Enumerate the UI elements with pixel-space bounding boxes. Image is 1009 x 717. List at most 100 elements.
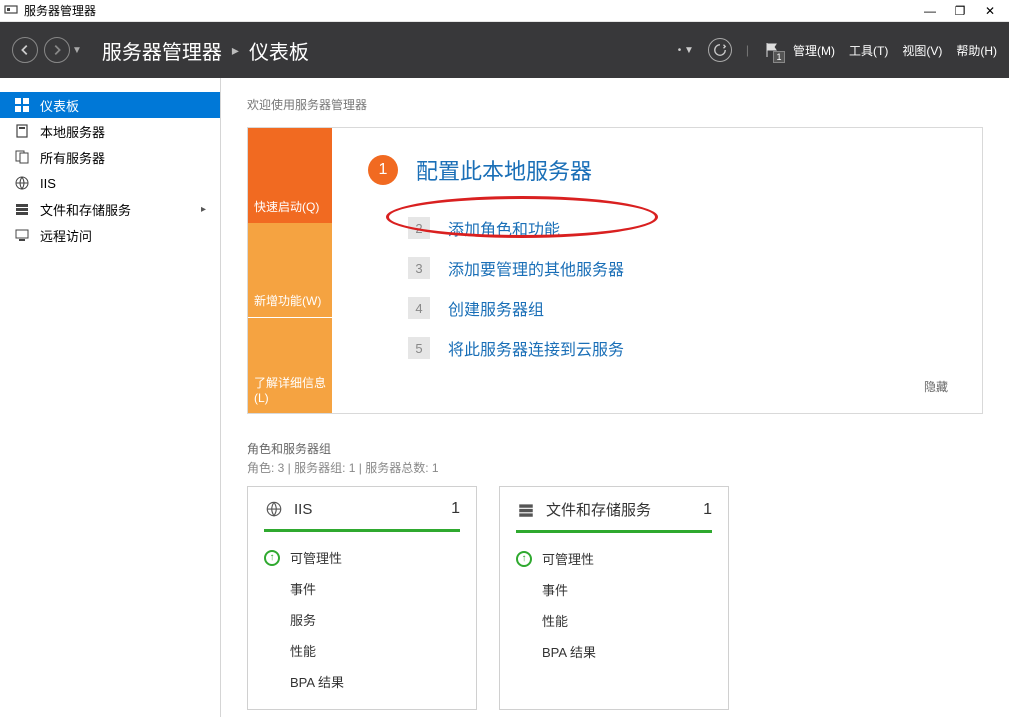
sidebar-item-dashboard[interactable]: 仪表板 <box>0 92 220 118</box>
menu-view[interactable]: 视图(V) <box>902 42 942 59</box>
role-row-manageability[interactable]: ↑ 可管理性 <box>516 543 712 574</box>
main-area: 仪表板 本地服务器 所有服务器 IIS 文件和存储服务 ▸ <box>0 78 1009 717</box>
role-tile-iis[interactable]: IIS 1 ↑ 可管理性 事件 服务 性能 <box>247 486 477 710</box>
window-titlebar: 服务器管理器 — ❐ ✕ <box>0 0 1009 22</box>
breadcrumb-current: 仪表板 <box>249 36 309 65</box>
role-row-events[interactable]: 事件 <box>264 573 460 604</box>
sidebar-item-all-servers[interactable]: 所有服务器 <box>0 144 220 170</box>
role-row-label: BPA 结果 <box>542 642 596 661</box>
file-storage-icon <box>14 201 30 217</box>
window-controls: — ❐ ✕ <box>915 1 1005 21</box>
role-row-performance[interactable]: 性能 <box>516 605 712 636</box>
learnmore-block[interactable]: 了解详细信息(L) <box>248 317 332 413</box>
role-tile-header: IIS 1 <box>264 499 460 532</box>
menu-help[interactable]: 帮助(H) <box>956 42 997 59</box>
remote-access-icon <box>14 227 30 243</box>
role-row-performance[interactable]: 性能 <box>264 635 460 666</box>
role-row-label: 事件 <box>542 580 568 599</box>
role-tile-count: 1 <box>451 500 460 518</box>
nav-back-button[interactable] <box>12 37 38 63</box>
minimize-button[interactable]: — <box>915 1 945 21</box>
step-1-text: 配置此本地服务器 <box>416 154 592 186</box>
quickstart-label: 快速启动(Q) <box>254 198 319 215</box>
role-row-label: 性能 <box>542 611 568 630</box>
step-5-badge: 5 <box>408 337 430 359</box>
step-3-text: 添加要管理的其他服务器 <box>448 256 624 280</box>
step-5-text: 将此服务器连接到云服务 <box>448 336 624 360</box>
sidebar-item-remote-access[interactable]: 远程访问 <box>0 222 220 248</box>
iis-icon <box>14 175 30 191</box>
role-row-label: 服务 <box>290 610 316 629</box>
breadcrumb-root[interactable]: 服务器管理器 <box>102 36 222 65</box>
role-tile-name: IIS <box>294 501 312 518</box>
quickstart-block[interactable]: 快速启动(Q) <box>248 128 332 223</box>
close-button[interactable]: ✕ <box>975 1 1005 21</box>
role-row-events[interactable]: 事件 <box>516 574 712 605</box>
sidebar-item-iis[interactable]: IIS <box>0 170 220 196</box>
sidebar-item-file-storage[interactable]: 文件和存储服务 ▸ <box>0 196 220 222</box>
role-row-label: 可管理性 <box>542 549 594 568</box>
content-area: 欢迎使用服务器管理器 快速启动(Q) 新增功能(W) 了解详细信息(L) 1 配… <box>221 78 1009 717</box>
header-right: • ▼ | 1 管理(M) 工具(T) 视图(V) 帮助(H) <box>678 38 997 62</box>
step-3-badge: 3 <box>408 257 430 279</box>
sidebar-item-label: 所有服务器 <box>40 148 105 167</box>
add-servers-step[interactable]: 3 添加要管理的其他服务器 <box>368 248 952 288</box>
header-dropdown-icon[interactable]: • ▼ <box>678 45 694 56</box>
role-row-bpa[interactable]: BPA 结果 <box>516 636 712 667</box>
roles-subtitle: 角色: 3 | 服务器组: 1 | 服务器总数: 1 <box>247 459 983 476</box>
nav-dropdown-icon[interactable]: ▼ <box>72 45 82 56</box>
menu-manage[interactable]: 管理(M) <box>793 42 835 59</box>
role-tile-header: 文件和存储服务 1 <box>516 499 712 533</box>
role-row-label: 性能 <box>290 641 316 660</box>
sidebar-item-label: IIS <box>40 176 56 191</box>
role-row-label: 事件 <box>290 579 316 598</box>
status-ok-icon: ↑ <box>516 551 532 567</box>
role-tiles-row: IIS 1 ↑ 可管理性 事件 服务 性能 <box>247 486 983 710</box>
breadcrumb-separator-icon: ▸ <box>232 42 239 59</box>
role-tile-name: 文件和存储服务 <box>546 499 651 520</box>
role-row-bpa[interactable]: BPA 结果 <box>264 666 460 697</box>
header-bar: ▼ 服务器管理器 ▸ 仪表板 • ▼ | 1 管理(M) 工具(T) 视图(V)… <box>0 22 1009 78</box>
welcome-right-panel: 1 配置此本地服务器 2 添加角色和功能 3 添加要管理的其他服务器 4 创建服… <box>332 128 982 413</box>
role-row-manageability[interactable]: ↑ 可管理性 <box>264 542 460 573</box>
file-storage-icon <box>516 500 536 520</box>
dashboard-icon <box>14 97 30 113</box>
sidebar-item-label: 远程访问 <box>40 226 92 245</box>
nav-forward-button[interactable] <box>44 37 70 63</box>
step-2-badge: 2 <box>408 217 430 239</box>
servers-icon <box>14 149 30 165</box>
sidebar-item-label: 文件和存储服务 <box>40 200 131 219</box>
whatsnew-block[interactable]: 新增功能(W) <box>248 223 332 318</box>
sidebar-item-local-server[interactable]: 本地服务器 <box>0 118 220 144</box>
create-group-step[interactable]: 4 创建服务器组 <box>368 288 952 328</box>
maximize-button[interactable]: ❐ <box>945 1 975 21</box>
role-row-label: 可管理性 <box>290 548 342 567</box>
learnmore-label: 了解详细信息(L) <box>254 374 326 405</box>
notifications-flag-icon[interactable]: 1 <box>763 41 779 59</box>
step-1-badge: 1 <box>368 155 398 185</box>
sidebar-item-label: 本地服务器 <box>40 122 105 141</box>
connect-cloud-step[interactable]: 5 将此服务器连接到云服务 <box>368 328 952 368</box>
roles-title: 角色和服务器组 <box>247 440 983 457</box>
welcome-left-column: 快速启动(Q) 新增功能(W) 了解详细信息(L) <box>248 128 332 413</box>
window-title: 服务器管理器 <box>18 2 915 19</box>
breadcrumb: 服务器管理器 ▸ 仪表板 <box>102 36 309 65</box>
sidebar-item-label: 仪表板 <box>40 96 79 115</box>
whatsnew-label: 新增功能(W) <box>254 292 321 309</box>
role-row-services[interactable]: 服务 <box>264 604 460 635</box>
notification-count-badge: 1 <box>773 51 785 63</box>
welcome-tile: 快速启动(Q) 新增功能(W) 了解详细信息(L) 1 配置此本地服务器 2 添… <box>247 127 983 414</box>
role-row-label: BPA 结果 <box>290 672 344 691</box>
chevron-right-icon: ▸ <box>201 204 206 215</box>
hide-button[interactable]: 隐藏 <box>368 368 952 395</box>
iis-icon <box>264 499 284 519</box>
role-tile-count: 1 <box>703 501 712 519</box>
configure-server-step[interactable]: 1 配置此本地服务器 <box>368 154 952 186</box>
menu-tools[interactable]: 工具(T) <box>849 42 888 59</box>
add-roles-step[interactable]: 2 添加角色和功能 <box>368 208 952 248</box>
refresh-button[interactable] <box>708 38 732 62</box>
roles-section: 角色和服务器组 角色: 3 | 服务器组: 1 | 服务器总数: 1 IIS 1 <box>247 440 983 710</box>
step-2-text: 添加角色和功能 <box>448 216 560 240</box>
role-tile-file-storage[interactable]: 文件和存储服务 1 ↑ 可管理性 事件 性能 BPA <box>499 486 729 710</box>
app-icon <box>4 2 18 19</box>
